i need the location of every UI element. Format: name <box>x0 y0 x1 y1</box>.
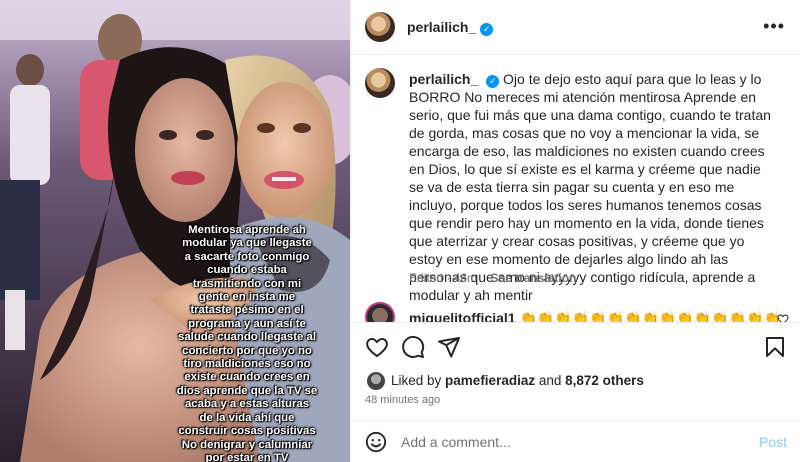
post-header: perlailich_ ✓ ••• <box>351 0 800 55</box>
author-username-text[interactable]: perlailich_ <box>407 19 476 35</box>
story-overlay-text: Mentirosa aprende ah modular ya que lleg… <box>176 224 318 462</box>
add-comment-bar: Post <box>351 420 800 462</box>
verified-check-icon: ✓ <box>480 23 494 36</box>
post-timestamp[interactable]: 48 minutes ago <box>365 394 440 406</box>
speech-bubble-icon[interactable] <box>401 335 425 359</box>
likes-others-link[interactable]: 8,872 others <box>565 373 644 388</box>
comment-input[interactable] <box>401 432 741 452</box>
bookmark-icon[interactable] <box>763 335 787 359</box>
liker-username[interactable]: pamefieradiaz <box>445 373 535 388</box>
comment-username[interactable]: miguelitofficial1 <box>409 310 516 322</box>
heart-outline-icon[interactable] <box>365 335 389 359</box>
author-username[interactable]: perlailich_ ✓ <box>407 19 494 36</box>
ellipsis-icon[interactable]: ••• <box>763 17 785 35</box>
post-actions-bar <box>351 322 800 370</box>
caption-meta: Edited · 46m See translation <box>409 271 576 285</box>
caption: perlailich_ ✓ Ojo te dejo esto aquí para… <box>409 70 779 304</box>
liker-avatar[interactable] <box>367 372 385 390</box>
comment-avatar[interactable] <box>365 302 395 322</box>
likes-prefix: Liked by <box>391 373 446 388</box>
smiley-icon[interactable] <box>365 431 387 453</box>
caption-avatar[interactable] <box>365 68 395 98</box>
verified-check-icon: ✓ <box>486 75 500 88</box>
comment-like-heart-icon[interactable] <box>777 313 789 322</box>
likes-summary: Liked by pamefieradiaz and 8,872 others <box>391 373 644 388</box>
caption-username[interactable]: perlailich_ <box>409 71 478 87</box>
post-comment-button[interactable]: Post <box>759 434 787 450</box>
author-avatar[interactable] <box>365 12 395 42</box>
caption-text: Ojo te dejo esto aquí para que lo leas y… <box>409 71 771 303</box>
post-details-panel: perlailich_ ✓ ••• perlailich_ ✓ Ojo te de… <box>350 0 800 462</box>
comment-text: 👏👏👏👏👏👏👏👏👏👏👏👏👏👏👏 <box>519 310 781 322</box>
paper-plane-icon[interactable] <box>437 335 461 359</box>
see-translation-link[interactable]: See translation <box>490 271 576 285</box>
likes-middle: and <box>535 373 566 388</box>
comment-item: miguelitofficial1 👏👏👏👏👏👏👏👏👏👏👏👏👏👏👏 <box>409 309 781 322</box>
comments-section[interactable]: perlailich_ ✓ Ojo te dejo esto aquí para… <box>351 56 800 322</box>
post-media[interactable]: Mentirosa aprende ah modular ya que lleg… <box>0 0 350 462</box>
edited-label: Edited · 46m <box>409 271 478 285</box>
